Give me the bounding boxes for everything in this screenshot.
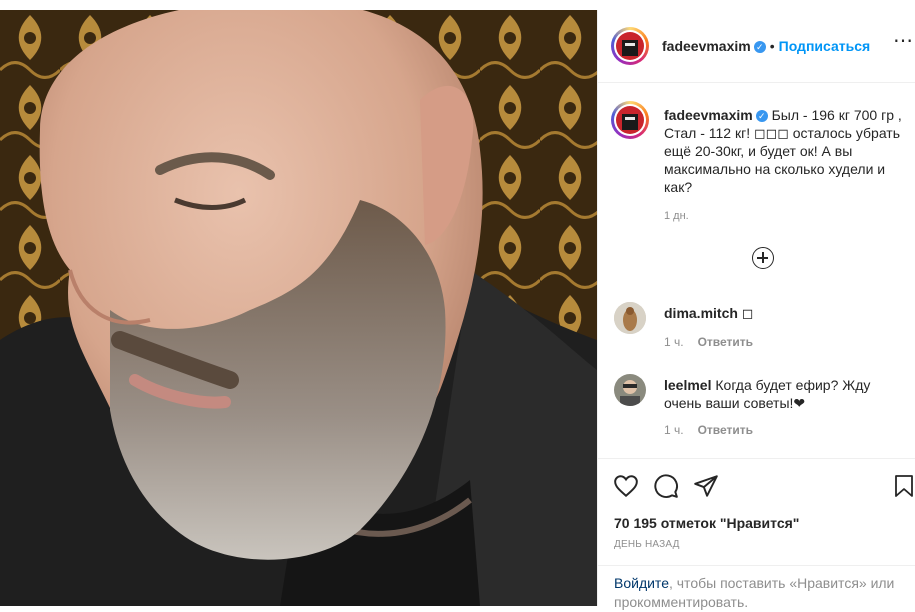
caption-author-avatar[interactable] — [611, 101, 649, 139]
more-icon[interactable]: ⋯ — [893, 31, 913, 51]
post-header: fadeevmaxim ✓ • Подписаться ⋯ — [598, 10, 915, 83]
header-line: fadeevmaxim ✓ • Подписаться — [662, 38, 870, 56]
login-link[interactable]: Войдите — [614, 575, 669, 591]
post-side-panel: fadeevmaxim ✓ • Подписаться ⋯ fadeevmaxim ✓ … — [597, 10, 915, 610]
comment-text: ◻ — [741, 305, 754, 321]
post-photo[interactable] — [0, 10, 597, 606]
comment-username[interactable]: leelmel — [664, 377, 711, 393]
avatar-image — [616, 32, 644, 60]
verified-icon: ✓ — [753, 40, 766, 53]
caption-author-username[interactable]: fadeevmaxim — [664, 107, 753, 123]
separator-dot: • — [769, 38, 775, 54]
commenter-avatar[interactable] — [614, 302, 646, 334]
author-avatar[interactable] — [611, 27, 649, 65]
share-icon[interactable] — [693, 473, 719, 499]
post-actions: 70 195 отметок "Нравится" ДЕНЬ НАЗАД Вой… — [598, 458, 915, 610]
heart-icon[interactable] — [613, 473, 639, 499]
caption-time: 1 дн. — [664, 210, 689, 222]
likes-count[interactable]: 70 195 отметок "Нравится" — [614, 515, 799, 531]
reply-button[interactable]: Ответить — [698, 335, 753, 349]
commenter-avatar[interactable] — [614, 374, 646, 406]
comment-meta: 1 ч. Ответить — [664, 335, 767, 349]
verified-icon: ✓ — [755, 110, 768, 123]
post-caption: fadeevmaxim ✓ Был - 196 кг 700 гр , Стал … — [664, 106, 910, 196]
comment-username[interactable]: dima.mitch — [664, 305, 738, 321]
comment-icon[interactable] — [653, 473, 679, 499]
comment-2: leelmel Когда будет ефир? Жду очень ваши… — [664, 376, 904, 412]
comment-meta: 1 ч. Ответить — [664, 423, 767, 437]
avatar-image — [616, 106, 644, 134]
plus-circle-icon[interactable] — [752, 247, 774, 269]
login-prompt: Войдите, чтобы поставить «Нравится» или … — [598, 565, 915, 612]
comment-time: 1 ч. — [664, 335, 684, 349]
author-username[interactable]: fadeevmaxim — [662, 38, 751, 54]
photo-image — [0, 10, 597, 606]
reply-button[interactable]: Ответить — [698, 423, 753, 437]
comment-1: dima.mitch ◻ — [664, 304, 904, 322]
follow-button[interactable]: Подписаться — [779, 38, 871, 54]
bookmark-icon[interactable] — [892, 473, 915, 499]
post-date: ДЕНЬ НАЗАД — [614, 539, 680, 550]
comment-time: 1 ч. — [664, 423, 684, 437]
